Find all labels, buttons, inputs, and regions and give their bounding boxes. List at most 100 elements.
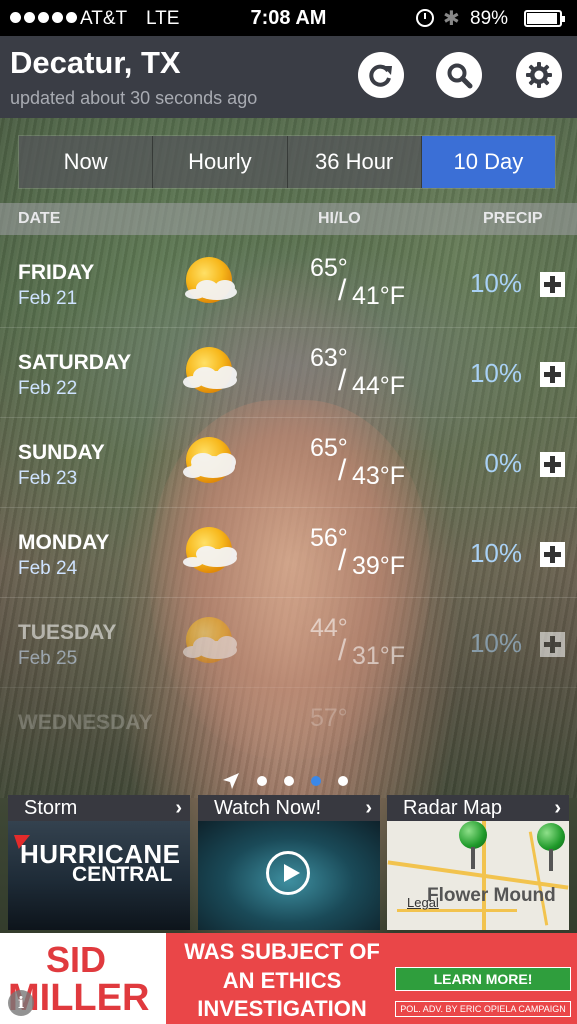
tile-header: Storm ›: [8, 795, 190, 821]
column-hilo: HI/LO: [318, 210, 361, 227]
expand-row-button[interactable]: [540, 272, 565, 297]
forecast-row[interactable]: FRIDAY Feb 21 65° / 41°F 10%: [0, 238, 577, 328]
ad-line-1: WAS SUBJECT OF: [184, 939, 380, 964]
hilo-separator: /: [338, 364, 347, 397]
ad-line-2: AN ETHICS: [222, 968, 342, 993]
partly-sunny-icon: [185, 257, 237, 303]
radar-map-tile[interactable]: Radar Map › Flower Mound Legal: [387, 795, 569, 930]
forecast-date: Feb 22: [18, 378, 78, 399]
location-arrow-icon: [222, 772, 240, 790]
forecast-low: 41°F: [352, 282, 406, 310]
ad-name-first: SID: [46, 939, 107, 980]
central-title: CENTRAL: [72, 863, 173, 886]
ad-disclaimer: POL. ADV. BY ERIC OPIELA CAMPAIGN: [395, 1001, 571, 1017]
forecast-day: MONDAY: [18, 531, 110, 554]
bluetooth-icon: ✱: [443, 8, 460, 30]
forecast-day: FRIDAY: [18, 261, 95, 284]
app-header: Decatur, TX updated about 30 seconds ago: [0, 36, 577, 118]
forecast-low: 44°F: [352, 372, 406, 400]
forecast-date: Feb 25: [18, 648, 78, 669]
forecast-high: 57°: [310, 704, 348, 732]
forecast-low: 43°F: [352, 462, 406, 490]
expand-row-button[interactable]: [540, 362, 565, 387]
forecast-tabs: Now Hourly 36 Hour 10 Day: [18, 135, 556, 189]
search-icon: [447, 63, 473, 89]
map-legal-link[interactable]: Legal: [407, 895, 439, 910]
forecast-date: Feb 21: [18, 288, 78, 309]
column-precip: PRECIP: [483, 210, 543, 227]
search-button[interactable]: [436, 52, 482, 98]
page-dot[interactable]: [284, 776, 294, 786]
storm-tile[interactable]: Storm › HURRICANE CENTRAL: [8, 795, 190, 930]
forecast-row[interactable]: WEDNESDAY 57°: [0, 688, 577, 758]
partly-sunny-icon: [183, 527, 237, 573]
expand-row-button[interactable]: [540, 452, 565, 477]
forecast-day: SUNDAY: [18, 441, 105, 464]
video-thumbnail: [198, 821, 380, 930]
tile-title: Radar Map: [403, 797, 502, 819]
settings-button[interactable]: [516, 52, 562, 98]
hurricane-central-image: HURRICANE CENTRAL: [8, 821, 190, 930]
page-dot-active[interactable]: [311, 776, 321, 786]
hilo-separator: /: [338, 634, 347, 667]
tab-36-hour[interactable]: 36 Hour: [287, 136, 422, 188]
forecast-low: 31°F: [352, 642, 406, 670]
ad-line-3: INVESTIGATION: [197, 996, 367, 1021]
forecast-precip: 10%: [469, 538, 522, 568]
forecast-day: WEDNESDAY: [18, 711, 153, 734]
expand-row-button[interactable]: [540, 632, 565, 657]
forecast-date: Feb 24: [18, 558, 78, 579]
alarm-icon: [416, 9, 434, 27]
chevron-right-icon: ›: [554, 797, 561, 819]
ad-message-panel: WAS SUBJECT OF AN ETHICS INVESTIGATION L…: [166, 933, 577, 1024]
status-bar: AT&T LTE 7:08 AM ✱ 89%: [0, 0, 577, 36]
learn-more-button[interactable]: LEARN MORE!: [395, 967, 571, 991]
chevron-right-icon: ›: [365, 797, 372, 819]
expand-row-button[interactable]: [540, 542, 565, 567]
page-dot[interactable]: [257, 776, 267, 786]
page-indicator[interactable]: [222, 770, 348, 792]
city-name[interactable]: Decatur, TX: [10, 45, 181, 81]
forecast-precip: 10%: [469, 268, 522, 298]
battery-percent: 89%: [470, 8, 509, 29]
tile-header: Radar Map ›: [387, 795, 569, 821]
refresh-icon: [369, 64, 392, 87]
map-pin-icon: [537, 823, 565, 873]
partly-sunny-icon: [183, 347, 237, 393]
page-dot[interactable]: [338, 776, 348, 786]
forecast-row[interactable]: TUESDAY Feb 25 44° / 31°F 10%: [0, 598, 577, 688]
forecast-precip: 10%: [469, 358, 522, 388]
forecast-row[interactable]: SUNDAY Feb 23 65° / 43°F 0%: [0, 418, 577, 508]
hilo-separator: /: [338, 544, 347, 577]
forecast-row[interactable]: MONDAY Feb 24 56° / 39°F 10%: [0, 508, 577, 598]
forecast-date: Feb 23: [18, 468, 78, 489]
tab-hourly[interactable]: Hourly: [153, 136, 288, 188]
hilo-separator: /: [338, 454, 347, 487]
tab-10-day[interactable]: 10 Day: [421, 136, 555, 188]
refresh-button[interactable]: [358, 52, 404, 98]
watch-now-tile[interactable]: Watch Now! ›: [198, 795, 380, 930]
tile-title: Storm: [24, 797, 78, 819]
forecast-precip: 0%: [484, 448, 522, 478]
forecast-row[interactable]: SATURDAY Feb 22 63° / 44°F 10%: [0, 328, 577, 418]
ad-banner[interactable]: SID MILLER WAS SUBJECT OF AN ETHICS INVE…: [0, 933, 577, 1024]
battery-icon: [524, 10, 565, 27]
column-header: DATE HI/LO PRECIP: [0, 203, 577, 235]
map-place-label: Flower Mound: [427, 885, 556, 906]
forecast-day: SATURDAY: [18, 351, 132, 374]
forecast-precip: 10%: [469, 628, 522, 658]
forecast-list[interactable]: FRIDAY Feb 21 65° / 41°F 10% SATURDAY Fe…: [0, 238, 577, 758]
partly-sunny-icon: [183, 437, 236, 483]
chevron-right-icon: ›: [175, 797, 182, 819]
tile-title: Watch Now!: [214, 797, 322, 819]
play-icon[interactable]: [266, 851, 310, 895]
radar-map-preview: Flower Mound Legal: [387, 821, 569, 930]
column-date: DATE: [18, 210, 61, 227]
partly-sunny-icon: [183, 617, 237, 663]
info-icon[interactable]: i: [8, 990, 34, 1016]
tile-header: Watch Now! ›: [198, 795, 380, 821]
updated-status: updated about 30 seconds ago: [10, 88, 258, 108]
forecast-day: TUESDAY: [18, 621, 117, 644]
map-pin-icon: [459, 821, 487, 871]
tab-now[interactable]: Now: [19, 136, 154, 188]
